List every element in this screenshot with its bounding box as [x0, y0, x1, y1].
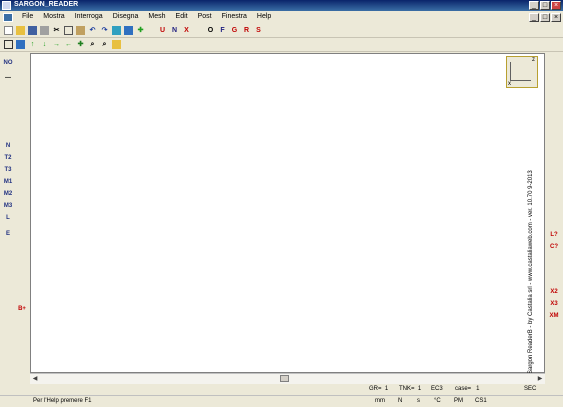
- axis-x-label: x: [508, 81, 511, 87]
- tool-t2[interactable]: T2: [2, 153, 14, 164]
- right-tool-palette: L? C? X2 X3 XM: [545, 53, 563, 373]
- horizontal-scrollbar[interactable]: ◀ ▶: [30, 373, 545, 384]
- tool-t3[interactable]: T3: [2, 165, 14, 176]
- view-toolbar: ↑ ↓ → ← ✚ ⌕ ⌕: [0, 38, 563, 52]
- doc-close-button[interactable]: ×: [551, 13, 561, 22]
- tool-no[interactable]: NO: [2, 58, 14, 69]
- unit-pm: PM: [454, 398, 463, 404]
- tool-e[interactable]: E: [2, 229, 14, 240]
- pan-icon[interactable]: ✚: [76, 40, 85, 49]
- tool-l-query[interactable]: L?: [548, 230, 560, 240]
- arrow-left-icon[interactable]: ←: [64, 40, 73, 49]
- tool-g-icon[interactable]: G: [230, 26, 239, 35]
- menu-edit[interactable]: Edit: [176, 13, 188, 20]
- tnk-value: TNK= 1: [399, 386, 422, 392]
- ec-value: EC3: [431, 386, 443, 392]
- maximize-button[interactable]: □: [540, 1, 550, 10]
- menu-post[interactable]: Post: [198, 13, 212, 20]
- grid-icon[interactable]: [112, 26, 121, 35]
- window-title: SARGON_READER: [14, 1, 79, 8]
- open-folder-icon[interactable]: [16, 26, 25, 35]
- left-tool-palette: NO — N T2 T3 M1 M2 M3 L E B+: [0, 53, 30, 398]
- menu-finestra[interactable]: Finestra: [222, 13, 247, 20]
- undo-icon[interactable]: ↶: [88, 26, 97, 35]
- unit-cs: CS1: [475, 398, 487, 404]
- frame-icon[interactable]: [4, 40, 13, 49]
- tool-x2[interactable]: X2: [548, 287, 560, 297]
- tool-n[interactable]: N: [2, 141, 14, 152]
- menu-mostra[interactable]: Mostra: [43, 13, 64, 20]
- tool-x-icon[interactable]: X: [182, 26, 191, 35]
- tool-c-query[interactable]: C?: [548, 242, 560, 252]
- menu-bar: File Mostra Interroga Disegna Mesh Edit …: [0, 11, 563, 24]
- scroll-thumb[interactable]: [280, 375, 289, 382]
- tool-m3[interactable]: M3: [2, 201, 14, 212]
- sec-value: SEC: [524, 386, 537, 392]
- close-button[interactable]: ×: [551, 1, 561, 10]
- arrow-down-icon[interactable]: ↓: [40, 40, 49, 49]
- version-text: Sargon ReaderB - by Castalia srl - www.c…: [528, 170, 534, 374]
- unit-time: s: [417, 398, 420, 404]
- tool-s-icon[interactable]: S: [254, 26, 263, 35]
- redo-icon[interactable]: ↷: [100, 26, 109, 35]
- unit-length: mm: [375, 398, 385, 404]
- help-hint: Per l'Help premere F1: [33, 398, 92, 404]
- save-icon[interactable]: [28, 26, 37, 35]
- title-bar: SARGON_READER _ □ ×: [0, 0, 563, 11]
- zoom-in-icon[interactable]: ⌕: [88, 40, 97, 49]
- menu-help[interactable]: Help: [257, 13, 271, 20]
- layer-icon[interactable]: [16, 40, 25, 49]
- status-bar: Per l'Help premere F1 mm N s °C PM CS1: [0, 395, 563, 407]
- tool-u-icon[interactable]: U: [158, 26, 167, 35]
- line-icon[interactable]: —: [2, 73, 14, 84]
- gr-value: GR= 1: [369, 386, 389, 392]
- menu-interroga[interactable]: Interroga: [75, 13, 103, 20]
- paste-icon[interactable]: [76, 26, 85, 35]
- tool-l[interactable]: L: [2, 213, 14, 224]
- new-file-icon[interactable]: [4, 26, 13, 35]
- tool-m2[interactable]: M2: [2, 189, 14, 200]
- drawing-canvas[interactable]: z x Sargon ReaderB - by Castalia srl - w…: [30, 53, 545, 374]
- scroll-right-icon[interactable]: ▶: [535, 374, 545, 384]
- tool-r-icon[interactable]: R: [242, 26, 251, 35]
- info-bar: GR= 1 TNK= 1 EC3 case= 1 SEC: [0, 384, 563, 395]
- menu-mesh[interactable]: Mesh: [148, 13, 165, 20]
- menu-disegna[interactable]: Disegna: [113, 13, 139, 20]
- tool-x3[interactable]: X3: [548, 299, 560, 309]
- case-value: case= 1: [455, 386, 480, 392]
- doc-minimize-button[interactable]: _: [529, 13, 539, 22]
- tool-n-icon[interactable]: N: [170, 26, 179, 35]
- tool-xm[interactable]: XM: [548, 311, 560, 321]
- zoom-icon[interactable]: [124, 26, 133, 35]
- document-icon[interactable]: [3, 13, 13, 22]
- zoom-out-icon[interactable]: ⌕: [100, 40, 109, 49]
- copy-icon[interactable]: [64, 26, 73, 35]
- arrow-up-icon[interactable]: ↑: [28, 40, 37, 49]
- unit-temperature: °C: [434, 398, 441, 404]
- main-toolbar: ✂ ↶ ↷ ✚ U N X O F G R S: [0, 24, 563, 38]
- tool-m1[interactable]: M1: [2, 177, 14, 188]
- node-icon[interactable]: ✚: [136, 26, 145, 35]
- menu-file[interactable]: File: [22, 13, 33, 20]
- tool-o-icon[interactable]: O: [206, 26, 215, 35]
- arrow-right-icon[interactable]: →: [52, 40, 61, 49]
- cut-icon[interactable]: ✂: [52, 26, 61, 35]
- scroll-left-icon[interactable]: ◀: [30, 374, 40, 384]
- print-icon[interactable]: [40, 26, 49, 35]
- unit-force: N: [398, 398, 403, 404]
- doc-restore-button[interactable]: □: [540, 13, 550, 22]
- tool-b-plus[interactable]: B+: [16, 304, 28, 315]
- tool-f-icon[interactable]: F: [218, 26, 227, 35]
- minimize-button[interactable]: _: [529, 1, 539, 10]
- app-icon: [2, 1, 11, 10]
- folder-icon[interactable]: [112, 40, 121, 49]
